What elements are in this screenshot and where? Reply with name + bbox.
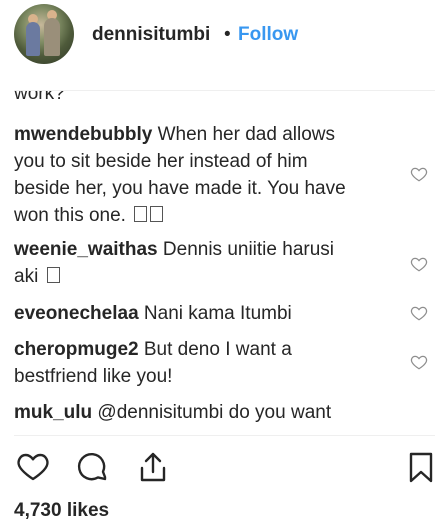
comment-text-partial: work? bbox=[14, 91, 65, 104]
comment-username[interactable]: mwendebubbly bbox=[14, 124, 152, 145]
comment: muk_ulu @dennisitumbi do you want bbox=[14, 399, 374, 426]
username[interactable]: dennisitumbi bbox=[92, 24, 210, 46]
comment-text: Nani kama Itumbi bbox=[143, 303, 292, 324]
avatar[interactable] bbox=[14, 4, 74, 64]
post-actions bbox=[0, 440, 435, 490]
comment-text: When her dad allows bbox=[157, 124, 336, 145]
like-comment-heart-icon[interactable] bbox=[410, 255, 428, 273]
comments-list[interactable]: work? mwendebubbly When her dad allows y… bbox=[0, 91, 435, 435]
divider bbox=[14, 435, 435, 436]
comment-text: won this one. bbox=[14, 205, 126, 226]
comment-text: aki bbox=[14, 266, 39, 287]
comment-bubble-icon[interactable] bbox=[76, 450, 110, 484]
comment-text: bestfriend like you! bbox=[14, 366, 173, 387]
comment-text: beside her, you have made it. You have bbox=[14, 178, 346, 199]
comment-text: But deno I want a bbox=[143, 339, 292, 360]
comment-username[interactable]: muk_ulu bbox=[14, 402, 92, 423]
like-comment-heart-icon[interactable] bbox=[410, 304, 428, 322]
comment-text: you to sit beside her instead of him bbox=[14, 151, 308, 172]
comment-text: @dennisitumbi do you want bbox=[97, 402, 332, 423]
comment: weenie_waithas Dennis uniitie harusi aki bbox=[14, 236, 374, 290]
comment-username[interactable]: cheropmuge2 bbox=[14, 339, 139, 360]
comment: cheropmuge2 But deno I want a bestfriend… bbox=[14, 336, 374, 390]
emoji-placeholder bbox=[134, 206, 148, 222]
like-comment-heart-icon[interactable] bbox=[410, 353, 428, 371]
comment-username[interactable]: weenie_waithas bbox=[14, 239, 158, 260]
emoji-placeholder bbox=[150, 206, 164, 222]
bookmark-icon[interactable] bbox=[405, 450, 435, 484]
comment-username[interactable]: eveonechelaa bbox=[14, 303, 139, 324]
emoji-placeholder bbox=[46, 267, 60, 283]
follow-button[interactable]: Follow bbox=[238, 24, 298, 46]
comment: eveonechelaa Nani kama Itumbi bbox=[14, 300, 374, 327]
comment-text: Dennis uniitie harusi bbox=[162, 239, 334, 260]
share-icon[interactable] bbox=[136, 450, 170, 484]
like-comment-heart-icon[interactable] bbox=[410, 165, 428, 183]
separator-dot: • bbox=[224, 24, 231, 45]
comment: mwendebubbly When her dad allows you to … bbox=[14, 121, 374, 229]
likes-count[interactable]: 4,730 likes bbox=[14, 500, 109, 522]
post-header: dennisitumbi • Follow bbox=[0, 0, 435, 70]
heart-icon[interactable] bbox=[16, 450, 50, 484]
